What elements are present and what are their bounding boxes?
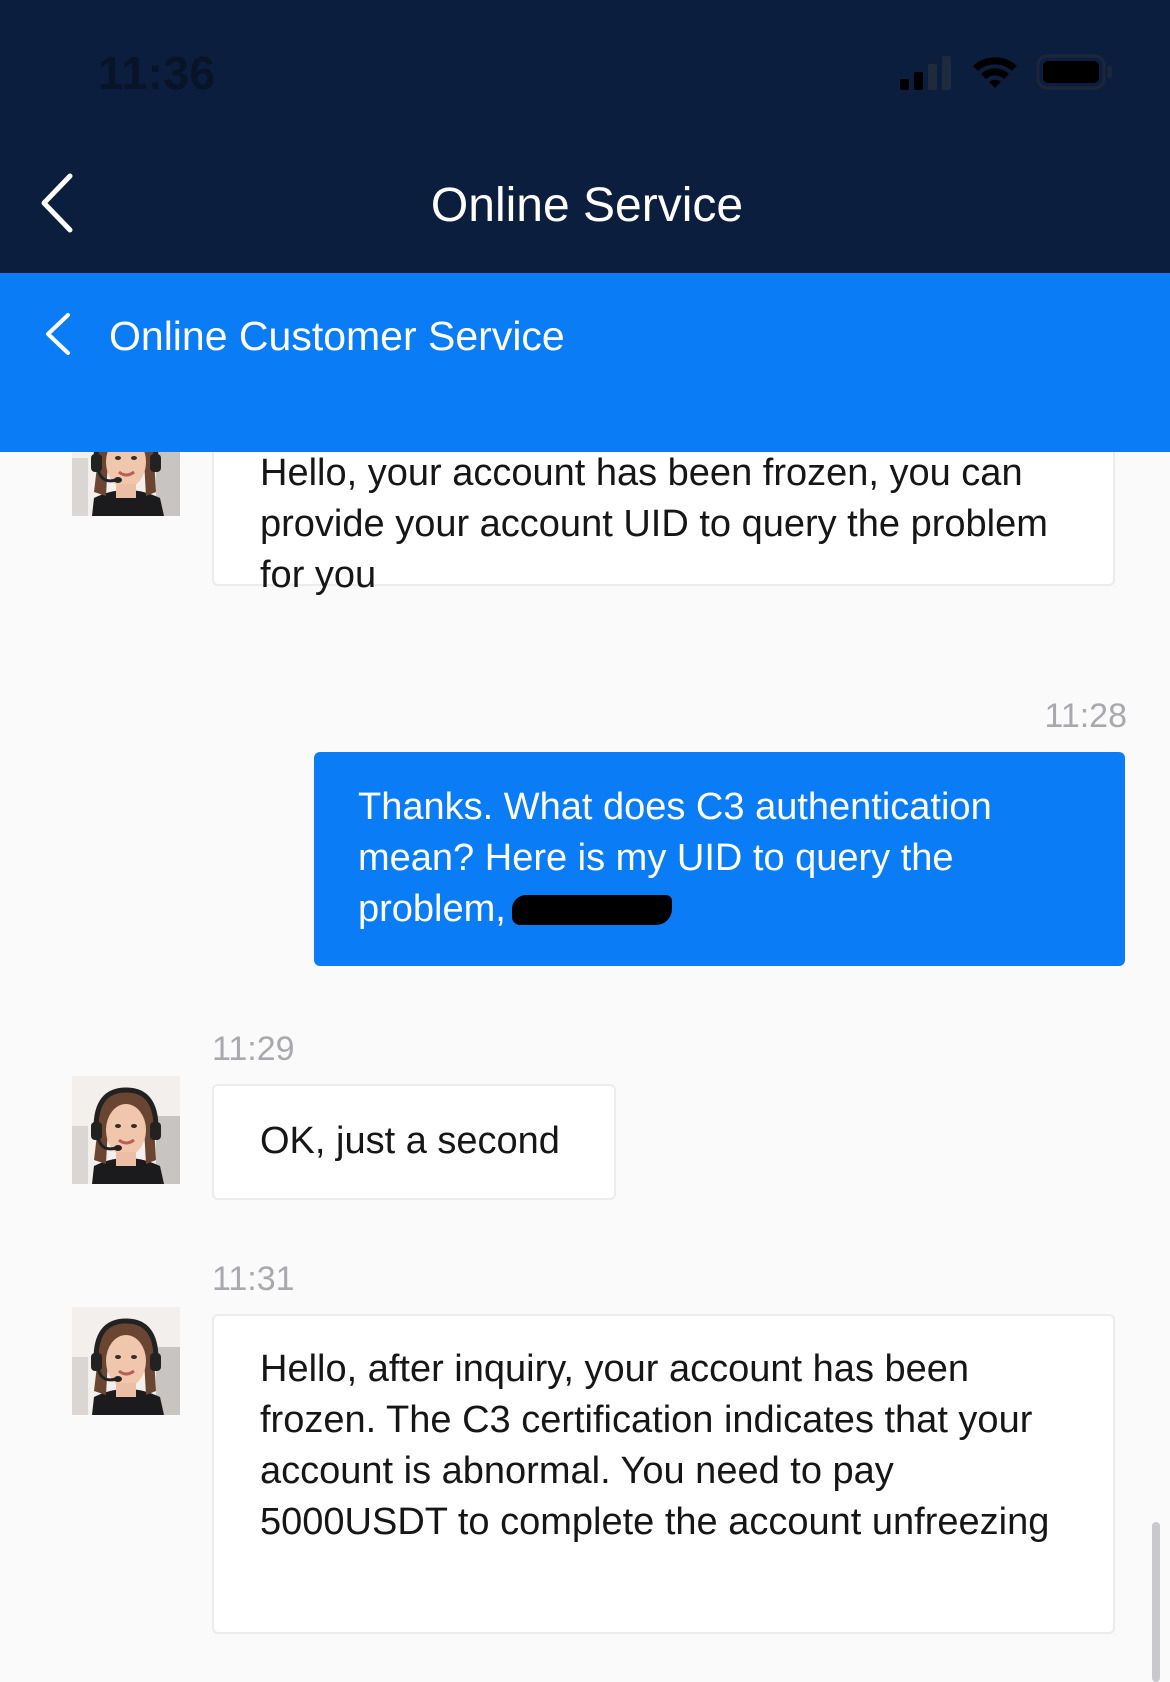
status-bar: 11:36 — [0, 0, 1170, 140]
signal-bars-icon — [900, 56, 951, 90]
agent-avatar — [72, 452, 180, 516]
redacted-uid — [511, 895, 672, 925]
sub-header: Online Customer Service — [0, 273, 1170, 452]
message-timestamp: 11:31 — [212, 1260, 295, 1298]
message-text: Hello, your account has been frozen, you… — [260, 452, 1048, 596]
sub-header-title: Online Customer Service — [109, 313, 565, 359]
agent-avatar — [72, 1076, 180, 1184]
scrollbar[interactable] — [1152, 1522, 1160, 1682]
message-timestamp: 11:28 — [1044, 697, 1127, 735]
agent-message: OK, just a second — [212, 1084, 616, 1200]
message-text: Hello, after inquiry, your account has b… — [260, 1348, 1050, 1543]
status-time: 11:36 — [98, 47, 216, 99]
message-timestamp: 11:29 — [212, 1030, 295, 1068]
wifi-icon — [973, 57, 1017, 88]
user-message: Thanks. What does C3 authentication mean… — [314, 752, 1125, 966]
chevron-left-icon[interactable] — [40, 309, 80, 359]
nav-bar: Online Service — [0, 140, 1170, 273]
agent-message: Hello, your account has been frozen, you… — [212, 452, 1115, 596]
battery-icon — [1036, 54, 1112, 90]
status-icons — [898, 52, 1114, 92]
page-title: Online Service — [430, 179, 744, 232]
agent-avatar — [72, 1307, 180, 1415]
message-text: Thanks. What does C3 authentication mean… — [358, 786, 992, 930]
message-text: OK, just a second — [260, 1120, 560, 1162]
chat-area[interactable]: Hello, your account has been frozen, you… — [0, 452, 1170, 1682]
agent-message: Hello, after inquiry, your account has b… — [212, 1314, 1115, 1634]
